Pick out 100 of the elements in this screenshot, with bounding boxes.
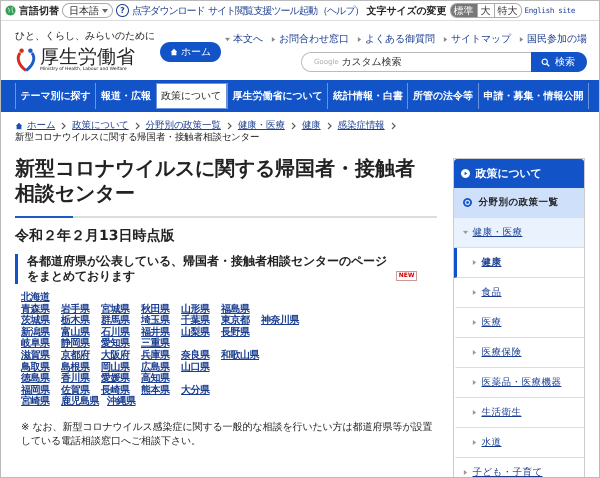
prefecture-link[interactable]: 北海道 <box>21 292 53 304</box>
font-size-label: 文字サイズの変更 <box>366 4 447 18</box>
language-label: 言語切替 <box>19 4 59 18</box>
prefecture-link[interactable]: 奈良県 <box>181 350 213 362</box>
top-link[interactable]: 点字ダウンロード <box>132 4 205 18</box>
prefecture-link[interactable]: 宮城県 <box>101 304 133 316</box>
prefecture-link[interactable]: 千葉県 <box>181 315 213 327</box>
prefecture-link[interactable]: 長崎県 <box>101 384 133 396</box>
prefecture-link[interactable]: 石川県 <box>101 326 133 338</box>
ring-icon <box>463 198 472 207</box>
breadcrumb-link[interactable]: 健康・医療 <box>238 120 285 132</box>
search-button[interactable]: 検索 <box>531 52 587 72</box>
prefecture-link[interactable]: 佐賀県 <box>61 384 93 396</box>
prefecture-link[interactable]: 和歌山県 <box>221 350 259 362</box>
header-link[interactable]: サイトマップ <box>443 32 511 46</box>
prefecture-link[interactable]: 宮崎県 <box>21 396 53 408</box>
prefecture-link[interactable]: 兵庫県 <box>141 350 173 362</box>
language-select[interactable]: 日本語 <box>62 3 113 18</box>
prefecture-link[interactable]: 新潟県 <box>21 326 53 338</box>
help-button[interactable]: ? <box>116 4 129 17</box>
prefecture-link[interactable]: 鹿児島県 <box>61 396 99 408</box>
header-link[interactable]: 本文へ <box>225 32 263 46</box>
caret-icon <box>225 36 230 42</box>
prefecture-link[interactable]: 山梨県 <box>181 326 213 338</box>
prefecture-link[interactable]: 三重県 <box>141 338 173 350</box>
nav-tab[interactable]: 申請・募集・情報公開 <box>478 83 589 109</box>
chevron-icon <box>226 122 232 130</box>
caret-icon <box>463 230 468 235</box>
prefecture-link[interactable]: 神奈川県 <box>261 315 299 327</box>
sidebar-category[interactable]: 健康・医療 <box>454 218 584 248</box>
sidebar-category[interactable]: 子ども・子育て <box>454 458 584 477</box>
sidebar-item[interactable]: 食品 <box>454 278 584 308</box>
help-link[interactable]: （ヘルプ） <box>318 4 364 18</box>
prefecture-link[interactable]: 山形県 <box>181 304 213 316</box>
breadcrumb-link[interactable]: 政策について <box>72 120 129 132</box>
prefecture-link[interactable]: 沖縄県 <box>107 396 139 408</box>
prefecture-link[interactable]: 高知県 <box>141 373 173 385</box>
prefecture-link[interactable]: 滋賀県 <box>21 350 53 362</box>
nav-tab[interactable]: 政策について <box>156 83 227 109</box>
prefecture-link[interactable]: 群馬県 <box>101 315 133 327</box>
play-circle-icon <box>461 169 470 178</box>
sidebar-item[interactable]: 医療 <box>454 308 584 338</box>
prefecture-link[interactable]: 東京都 <box>221 315 253 327</box>
prefecture-link[interactable]: 富山県 <box>61 326 93 338</box>
caret-icon <box>472 350 478 355</box>
logo-icon <box>15 46 37 73</box>
prefecture-link[interactable]: 山口県 <box>181 362 213 374</box>
prefecture-link[interactable]: 愛媛県 <box>101 373 133 385</box>
font-size-button[interactable]: 特大 <box>494 4 521 17</box>
sidebar-item[interactable]: 水道 <box>454 428 584 458</box>
prefecture-link[interactable]: 徳島県 <box>21 373 53 385</box>
sidebar-item[interactable]: 生活衛生 <box>454 398 584 428</box>
prefecture-link[interactable]: 岐阜県 <box>21 338 53 350</box>
prefecture-link[interactable]: 福岡県 <box>21 384 53 396</box>
nav-tab[interactable]: 統計情報・白書 <box>327 83 408 109</box>
prefecture-link[interactable]: 岩手県 <box>61 304 93 316</box>
breadcrumb-link[interactable]: ホーム <box>27 120 56 132</box>
prefecture-link[interactable]: 岡山県 <box>101 362 133 374</box>
prefecture-link[interactable]: 福井県 <box>141 326 173 338</box>
home-button[interactable]: ホーム <box>160 42 221 62</box>
prefecture-link[interactable]: 秋田県 <box>141 304 173 316</box>
font-size-button[interactable]: 標準 <box>450 4 477 17</box>
header-link[interactable]: よくある御質問 <box>357 32 435 46</box>
prefecture-link[interactable]: 島根県 <box>61 362 93 374</box>
header-link[interactable]: お問合わせ窓口 <box>271 32 349 46</box>
sidebar-header[interactable]: 政策について <box>454 159 584 188</box>
prefecture-link[interactable]: 青森県 <box>21 304 53 316</box>
prefecture-link[interactable]: 広島県 <box>141 362 173 374</box>
prefecture-link[interactable]: 香川県 <box>61 373 93 385</box>
chevron-icon <box>61 122 66 130</box>
caret-icon <box>472 440 478 445</box>
nav-tab[interactable]: 所管の法令等 <box>407 83 478 109</box>
prefecture-link[interactable]: 埼玉県 <box>141 315 173 327</box>
breadcrumb-link[interactable]: 分野別の政策一覧 <box>146 120 221 132</box>
sidebar-item[interactable]: 医療保険 <box>454 338 584 368</box>
header-link[interactable]: 国民参加の場 <box>519 32 587 46</box>
page-title: 新型コロナウイルスに関する帰国者・接触者相談センター <box>15 156 416 206</box>
prefecture-link[interactable]: 大分県 <box>181 384 213 396</box>
prefecture-link[interactable]: 鳥取県 <box>21 362 53 374</box>
prefecture-link[interactable]: 大阪府 <box>101 350 133 362</box>
prefecture-link[interactable]: 熊本県 <box>141 384 173 396</box>
prefecture-link[interactable]: 愛知県 <box>101 338 133 350</box>
nav-tab[interactable]: テーマ別に探す <box>15 83 96 109</box>
breadcrumb-link[interactable]: 感染症情報 <box>338 120 385 132</box>
sidebar-item[interactable]: 健康 <box>454 248 584 278</box>
chevron-icon <box>326 122 332 130</box>
prefecture-link[interactable]: 茨城県 <box>21 315 53 327</box>
lead-text: 各都道府県が公表している、帰国者・接触者相談センターのページをまとめております <box>27 254 388 284</box>
prefecture-link[interactable]: 長野県 <box>221 326 253 338</box>
top-link[interactable]: サイト閲覧支援ツール起動 <box>208 4 318 18</box>
breadcrumb-link[interactable]: 健康 <box>302 120 321 132</box>
caret-icon <box>357 36 362 42</box>
prefecture-link[interactable]: 静岡県 <box>61 338 93 350</box>
sidebar-item[interactable]: 医薬品・医療機器 <box>454 368 584 398</box>
caret-icon <box>271 36 276 42</box>
caret-icon <box>472 290 478 295</box>
sidebar-section[interactable]: 分野別の政策一覧 <box>454 188 584 218</box>
nav-tab[interactable]: 厚生労働省について <box>226 83 328 109</box>
prefecture-link[interactable]: 京都府 <box>61 350 93 362</box>
prefecture-link[interactable]: 栃木県 <box>61 315 93 327</box>
